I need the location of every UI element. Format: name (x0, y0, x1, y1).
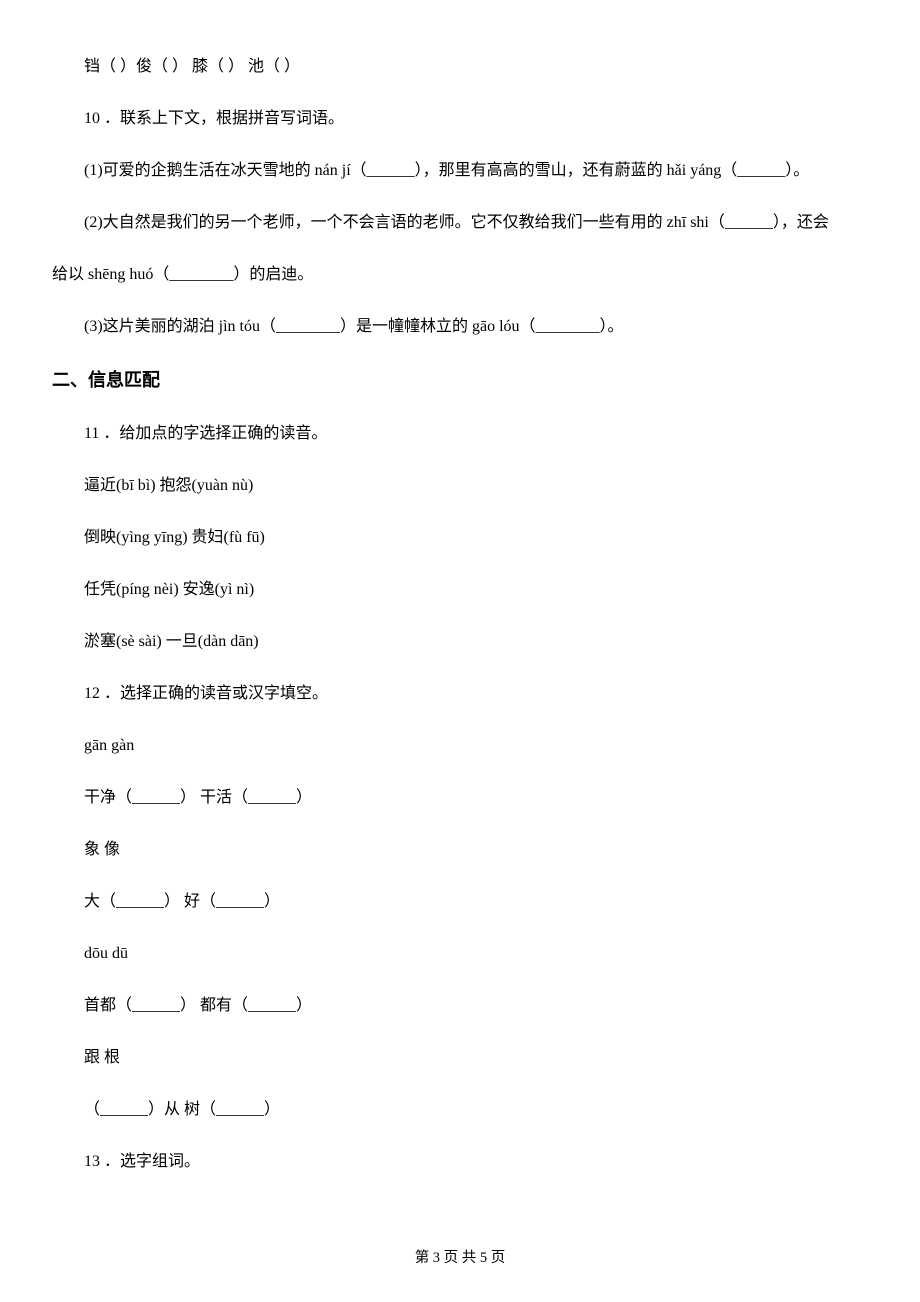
page-footer: 第 3 页 共 5 页 (0, 1248, 920, 1270)
q10-stem: 10 ．联系上下文，根据拼音写词语。 (52, 107, 868, 131)
q11-row3: 任凭(píng nèi) 安逸(yì nì) (52, 578, 868, 602)
q11-row4: 淤塞(sè sài) 一旦(dàn dān) (52, 630, 868, 654)
q10-sub2-line2: 给以 shēng huó（________）的启迪。 (52, 263, 868, 287)
q9-fragment-line: 铛（ ）俊（ ） 膝（ ） 池（ ） (52, 55, 868, 79)
q12-stem: 12 ．选择正确的读音或汉字填空。 (52, 682, 868, 706)
q12-row1: gān gàn (52, 734, 868, 758)
q12-row7: 跟 根 (52, 1046, 868, 1070)
q12-row5: dōu dū (52, 942, 868, 966)
q11-row2: 倒映(yìng yīng) 贵妇(fù fū) (52, 526, 868, 550)
q10-sub1: (1)可爱的企鹅生活在冰天雪地的 nán jí（______），那里有高高的雪山… (52, 159, 868, 183)
q10-sub3: (3)这片美丽的湖泊 jìn tóu（________）是一幢幢林立的 gāo … (52, 315, 868, 339)
q12-row8: （______）从 树（______） (52, 1098, 868, 1122)
q11-stem: 11 ．给加点的字选择正确的读音。 (52, 422, 868, 446)
q12-row4: 大（______） 好（______） (52, 890, 868, 914)
q12-row6: 首都（______） 都有（______） (52, 994, 868, 1018)
q10-sub2-line1: (2)大自然是我们的另一个老师，一个不会言语的老师。它不仅教给我们一些有用的 z… (52, 211, 868, 235)
q12-row2: 干净（______） 干活（______） (52, 786, 868, 810)
q13-stem: 13 ．选字组词。 (52, 1150, 868, 1174)
section-2-heading: 二、信息匹配 (52, 367, 868, 394)
q11-row1: 逼近(bī bì) 抱怨(yuàn nù) (52, 474, 868, 498)
q12-row3: 象 像 (52, 838, 868, 862)
